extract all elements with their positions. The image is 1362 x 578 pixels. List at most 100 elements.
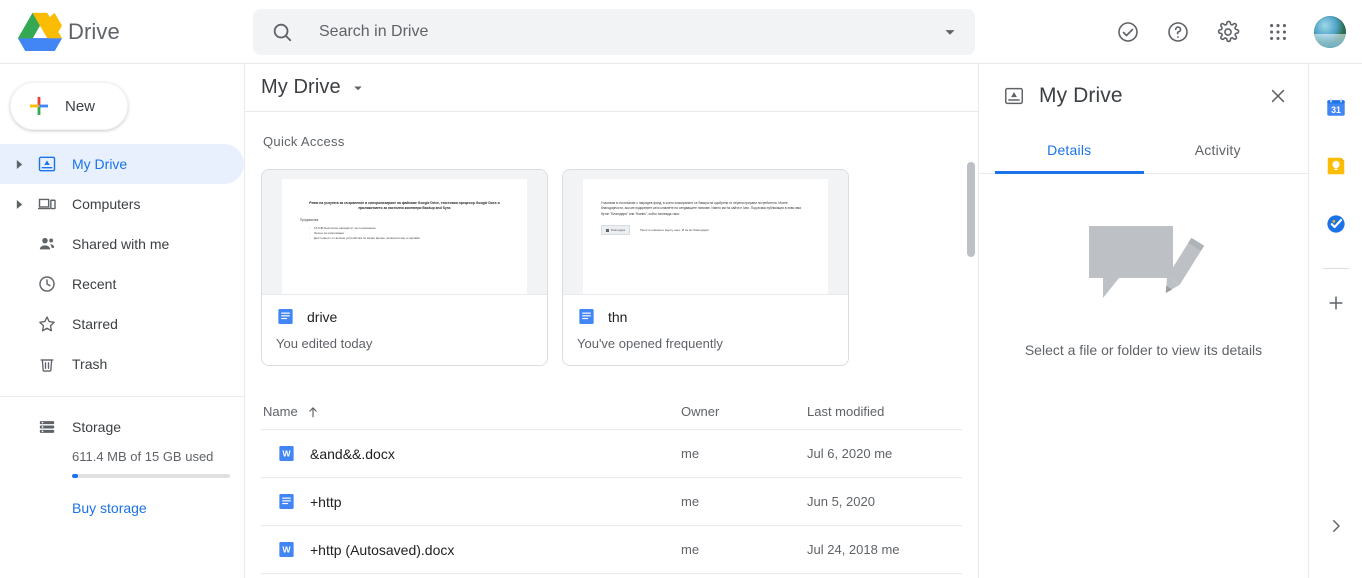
google-docs-icon xyxy=(279,494,294,509)
scrollbar-thumb[interactable] xyxy=(967,162,975,257)
chip-square-icon xyxy=(606,228,609,232)
expand-chevron-right-icon[interactable] xyxy=(8,199,30,209)
row-owner: me xyxy=(681,494,700,509)
drive-logo-icon xyxy=(18,12,62,51)
card-meta: drive You edited today xyxy=(262,294,547,365)
row-last-modified: Jul 6, 2020 me xyxy=(807,446,893,461)
expand-chevron-right-icon[interactable] xyxy=(8,159,30,169)
google-calendar-button[interactable]: 31 xyxy=(1316,88,1356,128)
tab-activity[interactable]: Activity xyxy=(1144,128,1293,174)
new-button[interactable]: New xyxy=(10,82,128,130)
sidebar-label-shared-with-me: Shared with me xyxy=(72,236,170,252)
row-name-cell: +http xyxy=(261,492,681,511)
google-drive-app: Drive Search in Drive New My Drive Compu… xyxy=(0,0,1362,578)
search-container xyxy=(253,8,975,55)
top-bar-actions xyxy=(975,12,1362,52)
calendar-day-number: 31 xyxy=(1331,105,1341,115)
breadcrumb-chevron-down-icon[interactable] xyxy=(349,79,367,97)
sidebar-item-starred[interactable]: Starred xyxy=(0,304,244,344)
sidebar-item-storage[interactable]: Storage xyxy=(0,407,244,447)
card-name-row: drive xyxy=(276,307,533,326)
sidebar-label-recent: Recent xyxy=(72,276,117,292)
expand-rail-button[interactable] xyxy=(1316,506,1356,546)
account-avatar[interactable] xyxy=(1314,15,1346,48)
table-row[interactable]: W &and&&.docx me Jul 6, 2020 me xyxy=(261,430,962,478)
buy-storage-link[interactable]: Buy storage xyxy=(0,500,147,516)
google-keep-button[interactable] xyxy=(1316,146,1356,186)
details-tabs: Details Activity xyxy=(979,128,1308,174)
row-file-name: +http xyxy=(310,493,342,510)
search-box[interactable] xyxy=(253,8,975,55)
search-options-chevron-down-icon[interactable] xyxy=(939,21,961,43)
preview-paragraph: Участвам в състезание с наградев фонд, в… xyxy=(601,201,801,216)
column-header-last-modified[interactable]: Last modified xyxy=(807,404,962,419)
breadcrumb[interactable]: My Drive xyxy=(261,76,367,99)
trash-icon xyxy=(30,354,64,374)
plus-icon xyxy=(1328,296,1343,310)
preview-chip-note: Просто кликнете върху него. И аз ви благ… xyxy=(640,228,709,233)
sidebar-item-shared-with-me[interactable]: Shared with me xyxy=(0,224,244,264)
google-apps-button[interactable] xyxy=(1258,12,1298,52)
sidebar-item-recent[interactable]: Recent xyxy=(0,264,244,304)
sidebar-divider xyxy=(0,396,244,397)
details-panel-title: My Drive xyxy=(1039,84,1123,107)
comment-pencil-illustration xyxy=(1089,226,1205,298)
sidebar-label-trash: Trash xyxy=(72,356,108,372)
thumbnail-page-preview: Участвам в състезание с наградев фонд, в… xyxy=(583,179,828,294)
preview-chip: Благодаря xyxy=(601,225,631,236)
settings-button[interactable] xyxy=(1208,12,1248,52)
google-docs-icon xyxy=(579,309,594,324)
right-side-rail: 31 xyxy=(1308,64,1362,578)
word-doc-icon: W xyxy=(279,446,294,461)
thumbnail-page-preview: Ревю на услугата за съхранение и синхрон… xyxy=(282,179,527,294)
preview-bullet: Достъпност от всички устройства по всяко… xyxy=(309,236,509,242)
quick-access-card[interactable]: Участвам в състезание с наградев фонд, в… xyxy=(562,169,849,366)
table-row[interactable]: +http me Jun 5, 2020 xyxy=(261,478,962,526)
row-last-modified: Jul 24, 2018 me xyxy=(807,542,900,557)
my-drive-icon xyxy=(30,154,64,174)
table-row[interactable]: W +http (Autosaved).docx me Jul 24, 2018… xyxy=(261,526,962,574)
google-tasks-icon xyxy=(1326,215,1345,233)
brand[interactable]: Drive xyxy=(0,12,245,52)
storage-progress-fill xyxy=(72,474,79,478)
sidebar-item-trash[interactable]: Trash xyxy=(0,344,244,384)
new-button-label: New xyxy=(65,97,96,115)
main-scroll-area: Quick Access Ревю на услугата за съхране… xyxy=(245,112,978,577)
help-icon[interactable] xyxy=(1158,12,1198,52)
column-header-owner[interactable]: Owner xyxy=(681,404,807,419)
search-input[interactable] xyxy=(319,22,939,41)
file-list-header: Name Owner Last modified xyxy=(261,394,962,430)
rail-divider xyxy=(1322,268,1349,269)
arrow-up-icon xyxy=(308,406,317,417)
column-header-name[interactable]: Name xyxy=(261,404,681,419)
storage-usage-text: 611.4 MB of 15 GB used xyxy=(72,449,214,464)
card-file-name: drive xyxy=(307,308,338,325)
storage-icon xyxy=(30,417,64,437)
google-keep-icon xyxy=(1327,157,1344,175)
quick-access-card[interactable]: Ревю на услугата за съхранение и синхрон… xyxy=(261,169,548,366)
computers-icon xyxy=(30,194,64,214)
my-drive-icon xyxy=(1005,87,1023,105)
sidebar-item-computers[interactable]: Computers xyxy=(0,184,244,224)
support-icon[interactable] xyxy=(1108,12,1148,52)
sidebar-item-my-drive[interactable]: My Drive xyxy=(0,144,244,184)
card-thumbnail: Ревю на услугата за съхранение и синхрон… xyxy=(262,170,547,294)
preview-heading: Ревю на услугата за съхранение и синхрон… xyxy=(309,201,500,211)
add-app-button[interactable] xyxy=(1316,283,1356,323)
column-label-name: Name xyxy=(263,404,298,419)
google-apps-grid-icon xyxy=(1270,23,1286,40)
tab-details[interactable]: Details xyxy=(995,128,1144,174)
row-file-name: &and&&.docx xyxy=(310,445,395,462)
close-details-button[interactable] xyxy=(1260,78,1296,114)
row-name-cell: W &and&&.docx xyxy=(261,444,681,463)
sidebar-nav: My Drive Computers Shared with me Recent… xyxy=(0,144,244,518)
details-panel: My Drive Details Activity Select a file … xyxy=(978,64,1308,578)
card-meta: thn You've opened frequently xyxy=(563,294,848,365)
check-circle-icon xyxy=(1118,21,1138,42)
google-tasks-button[interactable] xyxy=(1316,204,1356,244)
card-subtitle: You edited today xyxy=(276,336,373,351)
main-scrollbar[interactable] xyxy=(967,118,975,577)
svg-text:W: W xyxy=(282,449,291,459)
card-thumbnail: Участвам в състезание с наградев фонд, в… xyxy=(563,170,848,294)
card-name-row: thn xyxy=(577,307,834,326)
